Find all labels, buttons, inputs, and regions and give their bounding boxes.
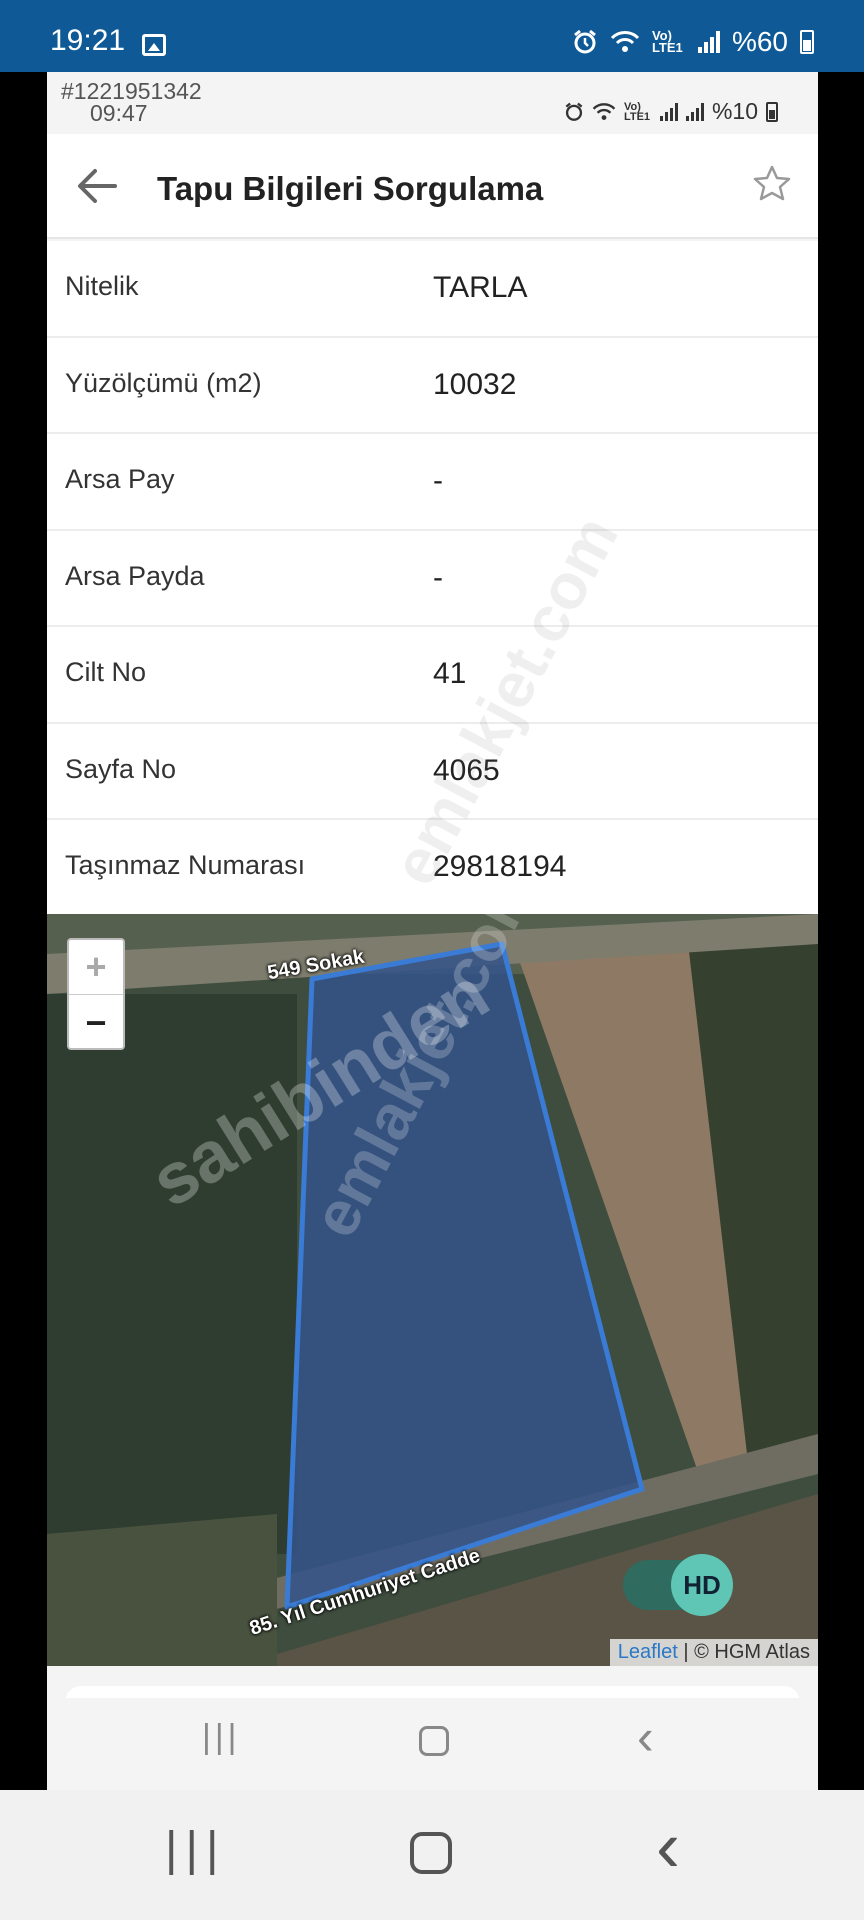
back-arrow-icon[interactable] [75, 166, 119, 206]
signal-icon-2 [685, 102, 704, 121]
inner-nav-bar: ||| ‹ [47, 1698, 818, 1790]
system-nav-bar: ||| ‹ [0, 1790, 864, 1920]
map-attribution: Leaflet | © HGM Atlas [609, 1639, 818, 1666]
app-bar: Tapu Bilgileri Sorgulama [47, 134, 818, 239]
detail-value: - [433, 464, 443, 497]
detail-row: Arsa Payda - [47, 531, 818, 627]
detail-value: 10032 [433, 367, 517, 401]
detail-value: - [433, 560, 443, 594]
star-icon[interactable] [752, 164, 792, 204]
zoom-control: + − [67, 938, 125, 1050]
alarm-icon [565, 102, 583, 121]
inner-network-label: Vo) LTE1 [623, 100, 651, 123]
network-label: Vo) LTE1 [651, 28, 683, 55]
zoom-in-button[interactable]: + [69, 940, 123, 995]
inner-status-bar: #1221951342 09:47 Vo) LTE1 %10 [47, 72, 818, 134]
screenshot-frame: #1221951342 09:47 Vo) LTE1 %10 Tapu Bilg… [47, 72, 818, 1790]
detail-label: Arsa Payda [65, 560, 205, 591]
image-icon [142, 34, 166, 56]
alarm-icon [574, 29, 596, 54]
back-button[interactable]: ‹ [656, 1806, 680, 1888]
detail-row: Nitelik TARLA [47, 241, 818, 338]
detail-label: Cilt No [65, 657, 147, 687]
detail-value: TARLA [433, 271, 528, 304]
leaflet-link[interactable]: Leaflet [618, 1641, 678, 1663]
battery-icon [766, 101, 778, 122]
wifi-icon [592, 102, 616, 120]
signal-icon [697, 31, 720, 53]
inner-battery-percent: %10 [711, 98, 758, 124]
inner-home-button[interactable] [419, 1726, 449, 1756]
status-icons: Vo) LTE1 %60 [572, 26, 814, 58]
detail-label: Sayfa No [65, 753, 177, 784]
detail-label: Taşınmaz Numarası [65, 850, 306, 880]
inner-status-icons: Vo) LTE1 %10 [564, 98, 778, 125]
inner-back-button[interactable]: ‹ [637, 1708, 654, 1766]
detail-row: Yüzölçümü (m2) 10032 [47, 338, 818, 434]
hd-toggle[interactable]: HD [623, 1554, 733, 1616]
battery-icon [800, 30, 814, 54]
detail-row: Cilt No 41 [47, 627, 818, 724]
inner-recent-apps-button[interactable]: ||| [202, 1718, 241, 1757]
wifi-icon [610, 31, 640, 52]
signal-icon [659, 102, 678, 121]
detail-label: Arsa Pay [65, 464, 175, 494]
detail-row: Arsa Pay - [47, 434, 818, 531]
detail-value: 41 [433, 657, 467, 690]
detail-label: Yüzölçümü (m2) [65, 367, 262, 398]
zoom-out-button[interactable]: − [69, 995, 123, 1050]
inner-status-time: 09:47 [90, 100, 148, 126]
home-button[interactable] [410, 1832, 452, 1874]
page-title: Tapu Bilgileri Sorgulama [157, 170, 544, 207]
attribution-text: | © HGM Atlas [677, 1641, 810, 1663]
hd-toggle-knob: HD [671, 1554, 733, 1616]
status-time: 19:21 [50, 24, 126, 57]
battery-percent: %60 [731, 26, 788, 57]
status-bar: 19:21 Vo) LTE1 %60 [0, 0, 864, 72]
detail-label: Nitelik [65, 271, 139, 301]
recent-apps-button[interactable]: ||| [165, 1822, 226, 1877]
